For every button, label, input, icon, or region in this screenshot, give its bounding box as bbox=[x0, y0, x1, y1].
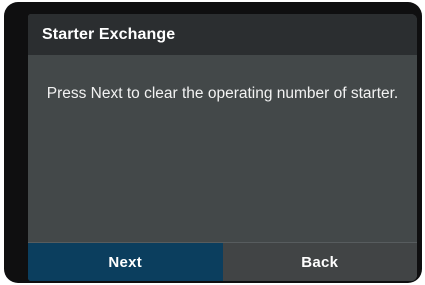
dialog-message: Press Next to clear the operating number… bbox=[46, 85, 399, 102]
dialog-message-area: Press Next to clear the operating number… bbox=[28, 55, 417, 243]
next-button[interactable]: Next bbox=[28, 243, 223, 281]
dialog-title-bar: Starter Exchange bbox=[28, 14, 417, 55]
dialog-button-bar: Next Back bbox=[28, 242, 417, 281]
device: Starter Exchange Press Next to clear the… bbox=[0, 0, 425, 285]
back-button[interactable]: Back bbox=[222, 243, 417, 281]
dialog-screen: Starter Exchange Press Next to clear the… bbox=[28, 14, 417, 281]
dialog-title: Starter Exchange bbox=[42, 25, 176, 43]
